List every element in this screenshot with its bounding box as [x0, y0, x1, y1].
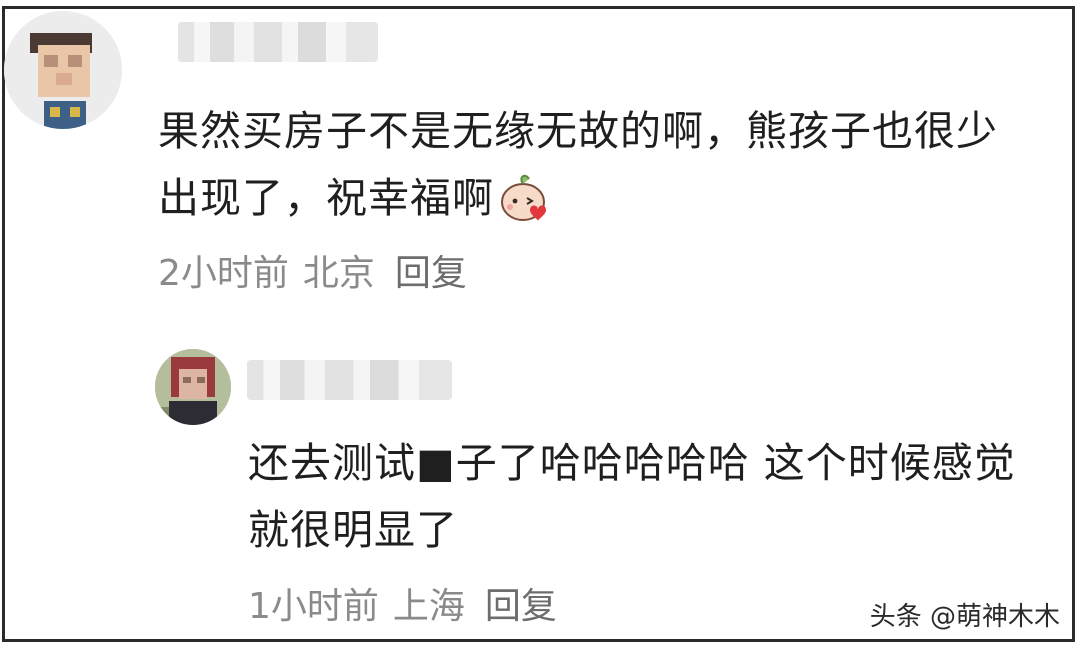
location: 上海	[392, 586, 465, 627]
timestamp: 2小时前	[158, 253, 289, 294]
comment-meta: 2小时前 北京 回复	[158, 252, 481, 296]
location: 北京	[302, 253, 375, 294]
comment-body: 果然买房子不是无缘无故的啊，熊孩子也很少出现了，祝幸福啊	[158, 107, 998, 222]
avatar[interactable]	[4, 11, 122, 129]
user-avatar-image	[4, 11, 122, 129]
reply-button[interactable]: 回复	[395, 253, 467, 294]
reply-button[interactable]: 回复	[485, 586, 557, 627]
username-blurred[interactable]	[247, 360, 452, 400]
reply-meta: 1小时前 上海 回复	[248, 585, 571, 629]
comment-text: 果然买房子不是无缘无故的啊，熊孩子也很少出现了，祝幸福啊	[158, 98, 1038, 232]
reply-text: 还去测试■子了哈哈哈哈哈 这个时候感觉就很明显了	[248, 439, 1016, 554]
user-avatar-image	[155, 349, 231, 425]
username-blurred[interactable]	[178, 22, 378, 62]
avatar[interactable]	[155, 349, 231, 425]
kiss-peach-emoji-icon	[496, 170, 550, 224]
timestamp: 1小时前	[248, 586, 379, 627]
watermark: 头条 @萌神木木	[869, 602, 1060, 632]
